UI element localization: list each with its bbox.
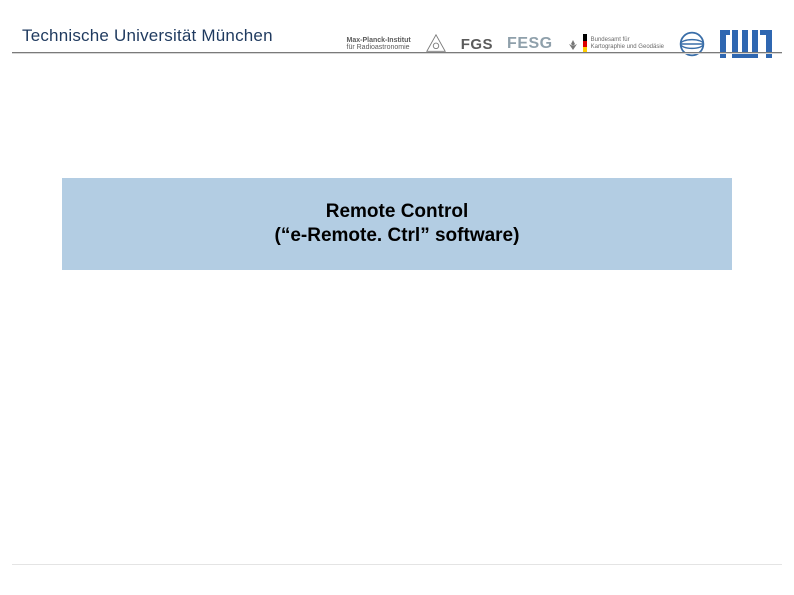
slide: Technische Universität München Max-Planc… xyxy=(0,0,794,595)
bkg-logo: Bundesamt für Kartographie und Geodäsie xyxy=(567,34,664,54)
mpi-logo-line2: für Radioastronomie xyxy=(347,44,410,51)
title-line-1: Remote Control xyxy=(326,201,469,223)
title-line-2: (“e-Remote. Ctrl” software) xyxy=(275,225,520,247)
title-box: Remote Control (“e-Remote. Ctrl” softwar… xyxy=(62,178,732,270)
university-name: Technische Universität München xyxy=(22,26,273,46)
slide-header: Technische Universität München Max-Planc… xyxy=(0,16,794,66)
footer-divider xyxy=(12,564,782,565)
mpi-logo: Max-Planck-Institut für Radioastronomie xyxy=(347,37,411,52)
flag-icon xyxy=(583,34,587,54)
mpi-logo-line1: Max-Planck-Institut xyxy=(347,37,411,44)
fesg-logo: FESG xyxy=(507,35,553,53)
header-sub-divider xyxy=(12,53,782,54)
bkg-line1: Bundesamt für xyxy=(591,37,664,44)
bkg-text: Bundesamt für Kartographie und Geodäsie xyxy=(591,37,664,50)
fgs-logo: FGS xyxy=(461,36,493,53)
bkg-line2: Kartographie und Geodäsie xyxy=(591,44,664,51)
eagle-icon xyxy=(567,38,579,50)
